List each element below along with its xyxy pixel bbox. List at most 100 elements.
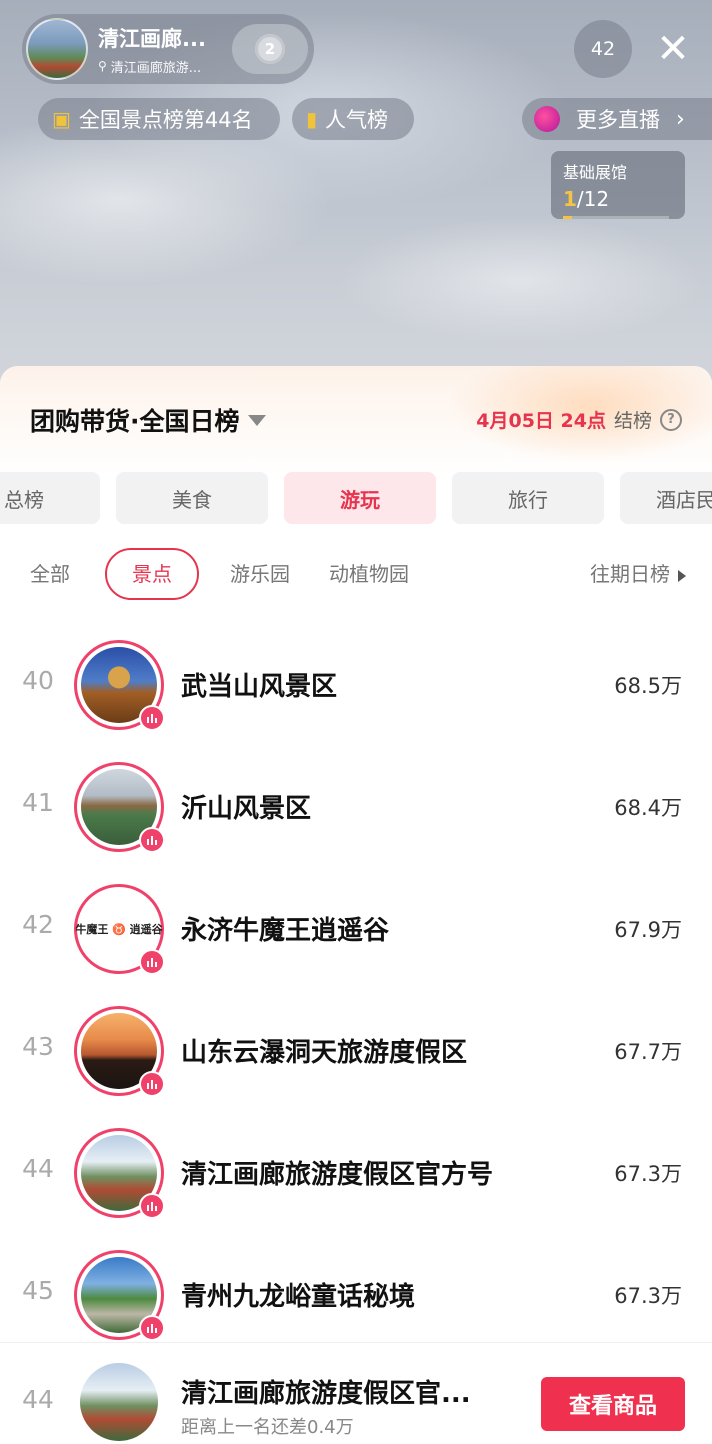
- live-bar: [147, 1205, 149, 1211]
- dropdown-triangle-icon: [247, 414, 266, 426]
- rank-number: 42: [22, 910, 54, 939]
- avatar-ring[interactable]: [74, 1128, 165, 1219]
- ranking-row[interactable]: 44 清江画廊旅游度假区官方号 67.3万: [0, 1116, 712, 1238]
- live-bar: [155, 962, 157, 967]
- live-bar: [151, 958, 153, 967]
- sub-filter-bar: 全部 景点 游乐园 动植物园 往期日榜: [0, 548, 712, 600]
- subtab-scenic[interactable]: 景点: [105, 548, 199, 600]
- host-location-text: 清江画廊旅游...: [110, 60, 202, 76]
- live-bar: [147, 1083, 149, 1089]
- pavilion-progress-text: 1/12: [563, 187, 673, 211]
- viewer-count-button[interactable]: 42: [574, 20, 632, 78]
- venue-name: 武当山风景区: [181, 672, 338, 702]
- play-triangle-icon: [678, 569, 686, 582]
- avatar-ring[interactable]: [74, 762, 165, 853]
- more-live-button[interactable]: 更多直播 ›: [522, 98, 712, 140]
- live-bar: [155, 718, 157, 723]
- settle-text: 结榜: [613, 410, 652, 432]
- settle-info: 4月05日 24点 结榜 ?: [476, 406, 682, 433]
- rank-chip[interactable]: ▣ 全国景点榜第44名: [38, 98, 280, 140]
- live-bar: [147, 1327, 149, 1333]
- board-selector[interactable]: 团购带货·全国日榜: [30, 402, 266, 438]
- avatar-ring[interactable]: [74, 640, 165, 731]
- popularity-chip-label: 人气榜: [325, 108, 389, 132]
- past-daily-link[interactable]: 往期日榜: [590, 548, 686, 600]
- host-location: ⚲ 清江画廊旅游...: [98, 57, 226, 76]
- my-avatar[interactable]: [80, 1363, 158, 1441]
- category-tabs: 总榜美食游玩旅行酒店民宿: [0, 472, 712, 524]
- tab-3[interactable]: 旅行: [452, 472, 604, 524]
- fan-heart-badge[interactable]: 2: [232, 24, 308, 74]
- logo-text-right: 逍遥谷: [129, 923, 163, 936]
- tab-1[interactable]: 美食: [116, 472, 268, 524]
- chevron-right-icon: ›: [676, 106, 685, 132]
- venue-name: 清江画廊旅游度假区官方号: [181, 1160, 494, 1190]
- pavilion-card[interactable]: 基础展馆 1/12: [551, 151, 685, 219]
- view-products-button[interactable]: 查看商品: [541, 1377, 685, 1431]
- tab-2[interactable]: 游玩: [284, 472, 436, 524]
- ranking-sheet: 团购带货·全国日榜 4月05日 24点 结榜 ? 总榜美食游玩旅行酒店民宿 全部…: [0, 366, 712, 1444]
- rank-chip-label: 全国景点榜第44名: [78, 108, 253, 132]
- live-bar: [151, 1324, 153, 1333]
- ranking-row[interactable]: 43 山东云瀑洞天旅游度假区 67.7万: [0, 994, 712, 1116]
- host-text: 清江画廊... ⚲ 清江画廊旅游...: [98, 23, 226, 76]
- subtab-zoo[interactable]: 动植物园: [329, 548, 409, 600]
- location-pin-icon: ⚲: [98, 59, 107, 73]
- subtab-amusement[interactable]: 游乐园: [230, 548, 290, 600]
- venue-score: 68.5万: [614, 674, 682, 698]
- venue-name: 永济牛魔王逍遥谷: [181, 916, 390, 946]
- pavilion-progress-fill: [563, 216, 572, 219]
- avatar-ring[interactable]: [74, 1006, 165, 1097]
- my-gap-text: 距离上一名还差0.4万: [181, 1417, 354, 1438]
- rank-number: 44: [22, 1154, 54, 1183]
- close-icon[interactable]: ✕: [648, 24, 698, 74]
- host-avatar[interactable]: [26, 18, 88, 80]
- live-indicator-icon: [139, 705, 165, 731]
- avatar-ring[interactable]: [74, 1250, 165, 1341]
- ranking-row[interactable]: 42 牛魔王 ♉ 逍遥谷 永济牛魔王逍遥谷 67.9万: [0, 872, 712, 994]
- pavilion-label: 基础展馆: [563, 163, 628, 182]
- live-bar: [155, 840, 157, 845]
- venue-score: 67.9万: [614, 918, 682, 942]
- venue-name: 山东云瀑洞天旅游度假区: [181, 1038, 468, 1068]
- host-info-pill[interactable]: 清江画廊... ⚲ 清江画廊旅游... 2: [22, 14, 314, 84]
- more-live-label: 更多直播: [576, 108, 660, 132]
- venue-score: 67.3万: [614, 1162, 682, 1186]
- live-bar: [147, 839, 149, 845]
- venue-score: 67.7万: [614, 1040, 682, 1064]
- logo-text-left: 牛魔王: [75, 923, 109, 936]
- live-bar: [155, 1084, 157, 1089]
- live-bar: [155, 1206, 157, 1211]
- ranking-row[interactable]: 41 沂山风景区 68.4万: [0, 750, 712, 872]
- settle-datetime: 4月05日 24点: [476, 410, 606, 432]
- live-bar: [151, 714, 153, 723]
- rank-medal-icon: ▣: [52, 107, 71, 131]
- live-bar: [151, 1080, 153, 1089]
- pavilion-total: /12: [576, 187, 610, 211]
- popularity-chip[interactable]: ▮ 人气榜: [292, 98, 414, 140]
- avatar-ring[interactable]: 牛魔王 ♉ 逍遥谷: [74, 884, 165, 975]
- live-indicator-icon: [139, 1193, 165, 1219]
- heart-level-icon: 2: [255, 34, 285, 64]
- pavilion-current: 1: [563, 187, 577, 211]
- live-bar: [151, 836, 153, 845]
- ranking-row[interactable]: 40 武当山风景区 68.5万: [0, 628, 712, 750]
- live-indicator-icon: [139, 949, 165, 975]
- live-indicator-icon: [139, 1315, 165, 1341]
- bull-horn-icon: ♉: [108, 923, 130, 936]
- subtab-all[interactable]: 全部: [30, 548, 70, 600]
- live-bar: [155, 1328, 157, 1333]
- live-bar: [147, 717, 149, 723]
- tab-0[interactable]: 总榜: [0, 472, 100, 524]
- tab-4[interactable]: 酒店民宿: [620, 472, 712, 524]
- rank-number: 45: [22, 1276, 54, 1305]
- rank-number: 40: [22, 666, 54, 695]
- gift-icon: [534, 106, 560, 132]
- venue-name: 沂山风景区: [181, 794, 312, 824]
- pavilion-progress-bar: [563, 216, 669, 219]
- help-icon[interactable]: ?: [660, 408, 682, 431]
- venue-score: 67.3万: [614, 1284, 682, 1308]
- host-name: 清江画廊...: [98, 26, 206, 51]
- my-rank-number: 44: [22, 1385, 54, 1414]
- past-daily-label: 往期日榜: [590, 562, 670, 586]
